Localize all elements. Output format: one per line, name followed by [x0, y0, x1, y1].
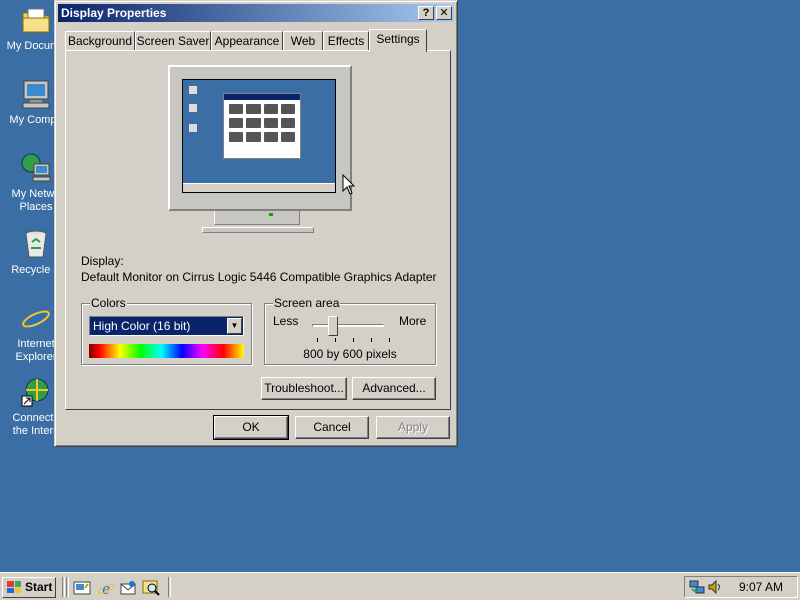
- tab-web[interactable]: Web: [283, 31, 323, 51]
- taskbar-separator: [62, 577, 65, 597]
- monitor-power-led: [269, 213, 273, 216]
- svg-text:e: e: [29, 303, 42, 334]
- slider-tick: [335, 338, 336, 342]
- tab-effects[interactable]: Effects: [323, 31, 369, 51]
- dialog-title: Display Properties: [61, 6, 167, 20]
- internet-explorer-icon: e: [22, 303, 50, 334]
- screen-area-group-label: Screen area: [273, 296, 341, 310]
- mini-desktop-icon: [189, 124, 197, 132]
- start-button[interactable]: Start: [2, 577, 56, 598]
- close-button[interactable]: ✕: [436, 6, 452, 20]
- slider-more-label: More: [399, 314, 427, 328]
- connect-internet-icon: [21, 378, 49, 407]
- windows-logo-icon: [7, 581, 21, 593]
- svg-text:e: e: [102, 579, 110, 597]
- slider-tick: [353, 338, 354, 342]
- my-documents-icon: [22, 8, 50, 33]
- mini-desktop-icon: [189, 104, 197, 112]
- advanced-button[interactable]: Advanced...: [352, 377, 436, 400]
- troubleshoot-button[interactable]: Troubleshoot...: [261, 377, 347, 400]
- search-icon[interactable]: [142, 579, 160, 597]
- screen-area-slider-track[interactable]: [312, 324, 384, 327]
- mini-window: [223, 93, 301, 159]
- settings-panel: Display: Default Monitor on Cirrus Logic…: [65, 50, 451, 410]
- mouse-pointer-icon: [342, 174, 356, 195]
- taskbar-separator: [66, 577, 69, 597]
- display-properties-dialog: Display Properties ? ✕ Background Screen…: [54, 0, 458, 447]
- help-button[interactable]: ?: [418, 6, 434, 20]
- ok-button[interactable]: OK: [213, 415, 289, 440]
- mini-window-icons: [224, 100, 300, 146]
- colors-group-label: Colors: [90, 296, 127, 310]
- monitor-screen: [182, 79, 336, 193]
- start-label: Start: [25, 580, 53, 594]
- title-bar[interactable]: Display Properties ? ✕: [58, 4, 454, 22]
- slider-tick: [317, 338, 318, 342]
- colors-group: Colors High Color (16 bit) ▼: [81, 296, 252, 365]
- monitor-stand: [214, 211, 300, 225]
- taskbar-separator: [168, 577, 171, 597]
- display-label: Display:: [81, 254, 124, 268]
- screen-resolution-text: 800 by 600 pixels: [303, 347, 397, 361]
- tab-background[interactable]: Background: [65, 31, 135, 51]
- monitor-preview: [168, 65, 352, 211]
- cancel-button[interactable]: Cancel: [295, 416, 369, 439]
- tab-screen-saver[interactable]: Screen Saver: [135, 31, 211, 51]
- my-network-places-icon: [21, 153, 51, 182]
- colors-selected-value: High Color (16 bit): [93, 319, 191, 333]
- screen-area-slider-thumb[interactable]: [327, 316, 338, 336]
- clock[interactable]: 9:07 AM: [739, 577, 783, 597]
- colors-dropdown[interactable]: High Color (16 bit) ▼: [89, 316, 244, 336]
- recycle-bin-icon: [25, 230, 47, 258]
- slider-less-label: Less: [273, 314, 299, 328]
- desktop-icon-label: Internet Explorer: [15, 338, 57, 363]
- slider-tick: [371, 338, 372, 342]
- mini-desktop-icon: [189, 86, 197, 94]
- outlook-express-icon[interactable]: [119, 579, 137, 597]
- volume-icon[interactable]: [707, 579, 723, 595]
- mini-taskbar: [183, 183, 335, 192]
- system-tray: 9:07 AM: [684, 576, 798, 598]
- chevron-down-icon[interactable]: ▼: [227, 318, 242, 334]
- tab-settings[interactable]: Settings: [369, 29, 427, 52]
- taskbar: Start e 9:07 AM: [0, 572, 800, 600]
- apply-button[interactable]: Apply: [376, 416, 450, 439]
- internet-explorer-icon[interactable]: e: [97, 579, 115, 597]
- my-computer-icon: [22, 80, 50, 109]
- monitor-base: [202, 227, 314, 233]
- tab-appearance[interactable]: Appearance: [211, 31, 283, 51]
- network-icon[interactable]: [689, 579, 705, 595]
- display-adapter-text: Default Monitor on Cirrus Logic 5446 Com…: [81, 270, 437, 284]
- screen-area-group: Screen area Less More 800 by 600 pixels: [264, 296, 436, 365]
- color-spectrum-bar: [89, 344, 244, 358]
- slider-tick: [389, 338, 390, 342]
- show-desktop-icon[interactable]: [73, 579, 91, 597]
